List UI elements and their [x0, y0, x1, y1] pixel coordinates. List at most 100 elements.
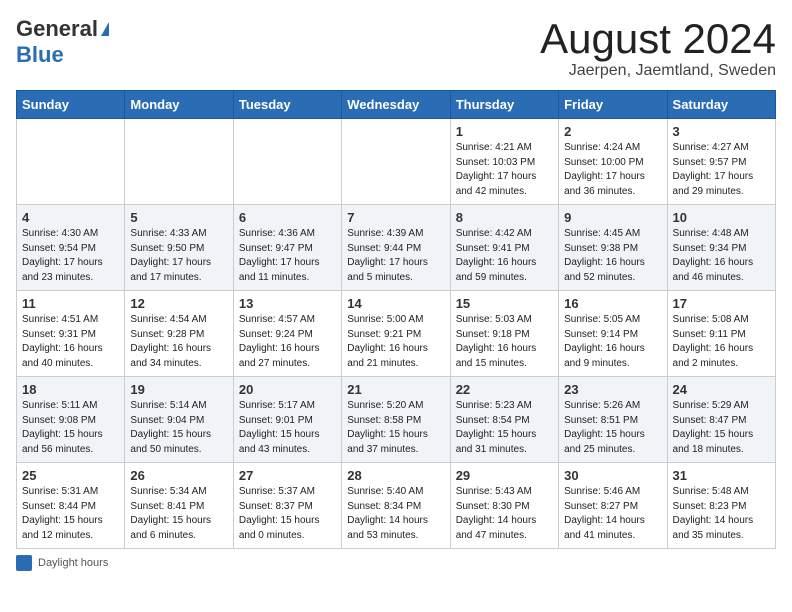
- calendar-cell: 16 Sunrise: 5:05 AM Sunset: 9:14 PM Dayli…: [559, 291, 667, 377]
- day-info: Sunrise: 4:57 AM Sunset: 9:24 PM Dayligh…: [239, 313, 336, 371]
- day-info: Sunrise: 4:24 AM Sunset: 10:00 PM Daylig…: [564, 141, 661, 199]
- day-number: 22: [456, 382, 553, 397]
- calendar-cell: 13 Sunrise: 4:57 AM Sunset: 9:24 PM Dayli…: [233, 291, 341, 377]
- day-number: 28: [347, 468, 444, 483]
- calendar-cell: [17, 119, 125, 205]
- day-info: Sunrise: 5:26 AM Sunset: 8:51 PM Dayligh…: [564, 399, 661, 457]
- day-info: Sunrise: 5:46 AM Sunset: 8:27 PM Dayligh…: [564, 485, 661, 543]
- calendar-cell: 6Sunrise: 4:36 AM Sunset: 9:47 PM Daylig…: [233, 205, 341, 291]
- day-info: Sunrise: 4:42 AM Sunset: 9:41 PM Dayligh…: [456, 227, 553, 285]
- day-info: Sunrise: 4:30 AM Sunset: 9:54 PM Dayligh…: [22, 227, 119, 285]
- calendar-table: SundayMondayTuesdayWednesdayThursdayFrid…: [16, 90, 776, 549]
- day-info: Sunrise: 4:45 AM Sunset: 9:38 PM Dayligh…: [564, 227, 661, 285]
- day-info: Sunrise: 4:51 AM Sunset: 9:31 PM Dayligh…: [22, 313, 119, 371]
- header: General Blue August 2024 Jaerpen, Jaemtl…: [16, 16, 776, 80]
- day-number: 20: [239, 382, 336, 397]
- calendar-cell: 20 Sunrise: 5:17 AM Sunset: 9:01 PM Dayli…: [233, 377, 341, 463]
- day-info: Sunrise: 5:31 AM Sunset: 8:44 PM Dayligh…: [22, 485, 119, 543]
- day-number: 31: [673, 468, 770, 483]
- day-number: 21: [347, 382, 444, 397]
- calendar-cell: 1 Sunrise: 4:21 AM Sunset: 10:03 PM Dayli…: [450, 119, 558, 205]
- day-number: 15: [456, 296, 553, 311]
- day-info: Sunrise: 5:48 AM Sunset: 8:23 PM Dayligh…: [673, 485, 770, 543]
- day-number: 26: [130, 468, 227, 483]
- day-number: 29: [456, 468, 553, 483]
- day-number: 8: [456, 210, 553, 225]
- calendar-cell: 15 Sunrise: 5:03 AM Sunset: 9:18 PM Dayli…: [450, 291, 558, 377]
- month-title: August 2024: [540, 16, 776, 62]
- logo: General Blue: [16, 16, 109, 68]
- day-number: 23: [564, 382, 661, 397]
- calendar-header-friday: Friday: [559, 91, 667, 119]
- calendar-cell: 4 Sunrise: 4:30 AM Sunset: 9:54 PM Daylig…: [17, 205, 125, 291]
- day-number: 25: [22, 468, 119, 483]
- day-info: Sunrise: 4:21 AM Sunset: 10:03 PM Daylig…: [456, 141, 553, 199]
- calendar-header-sunday: Sunday: [17, 91, 125, 119]
- calendar-cell: 22Sunrise: 5:23 AM Sunset: 8:54 PM Dayli…: [450, 377, 558, 463]
- footer-label: Daylight hours: [38, 557, 108, 569]
- calendar-cell: [342, 119, 450, 205]
- calendar-cell: 9 Sunrise: 4:45 AM Sunset: 9:38 PM Daylig…: [559, 205, 667, 291]
- day-number: 1: [456, 124, 553, 139]
- day-number: 24: [673, 382, 770, 397]
- calendar-cell: 7 Sunrise: 4:39 AM Sunset: 9:44 PM Daylig…: [342, 205, 450, 291]
- day-number: 19: [130, 382, 227, 397]
- calendar-cell: 27 Sunrise: 5:37 AM Sunset: 8:37 PM Dayli…: [233, 463, 341, 549]
- day-number: 4: [22, 210, 119, 225]
- calendar-cell: 23 Sunrise: 5:26 AM Sunset: 8:51 PM Dayli…: [559, 377, 667, 463]
- calendar-header-wednesday: Wednesday: [342, 91, 450, 119]
- calendar-cell: 14 Sunrise: 5:00 AM Sunset: 9:21 PM Dayli…: [342, 291, 450, 377]
- calendar-cell: 3 Sunrise: 4:27 AM Sunset: 9:57 PM Daylig…: [667, 119, 775, 205]
- footer: Daylight hours: [16, 555, 776, 571]
- day-info: Sunrise: 5:14 AM Sunset: 9:04 PM Dayligh…: [130, 399, 227, 457]
- calendar-header-thursday: Thursday: [450, 91, 558, 119]
- day-number: 11: [22, 296, 119, 311]
- calendar-cell: 24 Sunrise: 5:29 AM Sunset: 8:47 PM Dayli…: [667, 377, 775, 463]
- day-number: 3: [673, 124, 770, 139]
- day-number: 14: [347, 296, 444, 311]
- day-number: 7: [347, 210, 444, 225]
- calendar-cell: 31 Sunrise: 5:48 AM Sunset: 8:23 PM Dayli…: [667, 463, 775, 549]
- day-info: Sunrise: 5:05 AM Sunset: 9:14 PM Dayligh…: [564, 313, 661, 371]
- day-info: Sunrise: 4:27 AM Sunset: 9:57 PM Dayligh…: [673, 141, 770, 199]
- day-info: Sunrise: 4:33 AM Sunset: 9:50 PM Dayligh…: [130, 227, 227, 285]
- day-info: Sunrise: 5:17 AM Sunset: 9:01 PM Dayligh…: [239, 399, 336, 457]
- calendar-header-tuesday: Tuesday: [233, 91, 341, 119]
- calendar-cell: 21 Sunrise: 5:20 AM Sunset: 8:58 PM Dayli…: [342, 377, 450, 463]
- day-info: Sunrise: 5:29 AM Sunset: 8:47 PM Dayligh…: [673, 399, 770, 457]
- day-number: 6: [239, 210, 336, 225]
- calendar-cell: 2 Sunrise: 4:24 AM Sunset: 10:00 PM Dayli…: [559, 119, 667, 205]
- day-info: Sunrise: 5:40 AM Sunset: 8:34 PM Dayligh…: [347, 485, 444, 543]
- calendar-cell: 30 Sunrise: 5:46 AM Sunset: 8:27 PM Dayli…: [559, 463, 667, 549]
- day-number: 10: [673, 210, 770, 225]
- day-info: Sunrise: 5:03 AM Sunset: 9:18 PM Dayligh…: [456, 313, 553, 371]
- day-info: Sunrise: 5:37 AM Sunset: 8:37 PM Dayligh…: [239, 485, 336, 543]
- day-info: Sunrise: 5:43 AM Sunset: 8:30 PM Dayligh…: [456, 485, 553, 543]
- calendar-header-monday: Monday: [125, 91, 233, 119]
- calendar-cell: 19 Sunrise: 5:14 AM Sunset: 9:04 PM Dayli…: [125, 377, 233, 463]
- logo-triangle-icon: [101, 22, 109, 36]
- day-info: Sunrise: 5:20 AM Sunset: 8:58 PM Dayligh…: [347, 399, 444, 457]
- calendar-cell: 12Sunrise: 4:54 AM Sunset: 9:28 PM Dayli…: [125, 291, 233, 377]
- calendar-cell: 18Sunrise: 5:11 AM Sunset: 9:08 PM Dayli…: [17, 377, 125, 463]
- calendar-cell: 8 Sunrise: 4:42 AM Sunset: 9:41 PM Daylig…: [450, 205, 558, 291]
- calendar-cell: 29 Sunrise: 5:43 AM Sunset: 8:30 PM Dayli…: [450, 463, 558, 549]
- daylight-swatch: [16, 555, 32, 571]
- day-number: 12: [130, 296, 227, 311]
- calendar-cell: 10 Sunrise: 4:48 AM Sunset: 9:34 PM Dayli…: [667, 205, 775, 291]
- day-info: Sunrise: 5:08 AM Sunset: 9:11 PM Dayligh…: [673, 313, 770, 371]
- day-number: 2: [564, 124, 661, 139]
- location-title: Jaerpen, Jaemtland, Sweden: [540, 62, 776, 80]
- day-number: 9: [564, 210, 661, 225]
- day-number: 30: [564, 468, 661, 483]
- calendar-cell: 26 Sunrise: 5:34 AM Sunset: 8:41 PM Dayli…: [125, 463, 233, 549]
- logo-blue-text: Blue: [16, 42, 64, 68]
- day-number: 16: [564, 296, 661, 311]
- day-info: Sunrise: 5:34 AM Sunset: 8:41 PM Dayligh…: [130, 485, 227, 543]
- day-info: Sunrise: 4:39 AM Sunset: 9:44 PM Dayligh…: [347, 227, 444, 285]
- day-number: 13: [239, 296, 336, 311]
- day-info: Sunrise: 5:00 AM Sunset: 9:21 PM Dayligh…: [347, 313, 444, 371]
- day-info: Sunrise: 4:48 AM Sunset: 9:34 PM Dayligh…: [673, 227, 770, 285]
- day-info: Sunrise: 5:11 AM Sunset: 9:08 PM Dayligh…: [22, 399, 119, 457]
- day-number: 27: [239, 468, 336, 483]
